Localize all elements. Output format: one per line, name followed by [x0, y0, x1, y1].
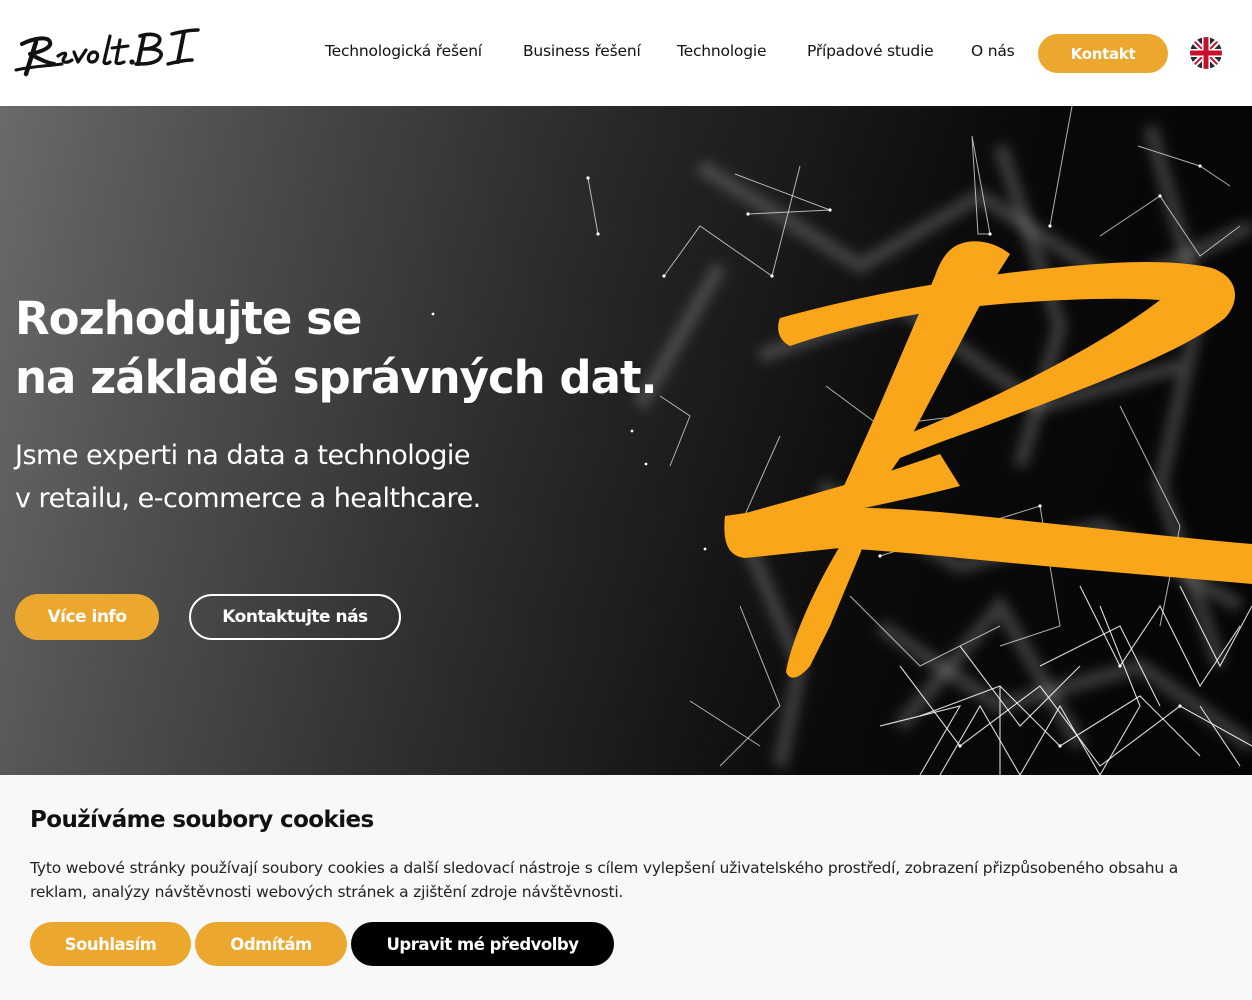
contact-us-button[interactable]: Kontaktujte nás: [189, 594, 401, 640]
uk-flag-icon: [1190, 37, 1222, 69]
accept-cookies-button[interactable]: Souhlasím: [30, 922, 191, 966]
nav-item-case-studies[interactable]: Případové studie: [807, 42, 934, 60]
cookie-banner: Používáme soubory cookies Tyto webové st…: [0, 775, 1252, 1000]
more-info-button[interactable]: Více info: [15, 594, 159, 640]
site-header: Technologická řešení Business řešení Tec…: [0, 0, 1252, 106]
hero-title: Rozhodujte se na základě správných dat.: [15, 289, 658, 407]
nav-item-technological-solutions[interactable]: Technologická řešení: [325, 42, 482, 60]
hero-section: Rozhodujte se na základě správných dat. …: [0, 106, 1252, 775]
hero-subtitle: Jsme experti na data a technologie v ret…: [15, 434, 481, 520]
cookie-preferences-button[interactable]: Upravit mé předvolby: [351, 922, 614, 966]
cookie-banner-text: Tyto webové stránky používají soubory co…: [30, 859, 1179, 901]
hero-subtitle-line: Jsme experti na data a technologie: [15, 440, 470, 471]
nav-item-technologies[interactable]: Technologie: [677, 42, 766, 60]
nav-item-business-solutions[interactable]: Business řešení: [523, 42, 641, 60]
cookie-banner-title: Používáme soubory cookies: [30, 807, 374, 833]
language-switcher[interactable]: [1190, 37, 1222, 69]
reject-cookies-button[interactable]: Odmítám: [195, 922, 347, 966]
hero-title-line: Rozhodujte se: [15, 292, 362, 345]
contact-button[interactable]: Kontakt: [1038, 34, 1168, 73]
hero-title-line: na základě správných dat.: [15, 351, 658, 404]
nav-item-about[interactable]: O nás: [971, 42, 1015, 60]
hero-subtitle-line: v retailu, e-commerce a healthcare.: [15, 483, 481, 514]
main-nav: Technologická řešení Business řešení Tec…: [0, 0, 1252, 106]
